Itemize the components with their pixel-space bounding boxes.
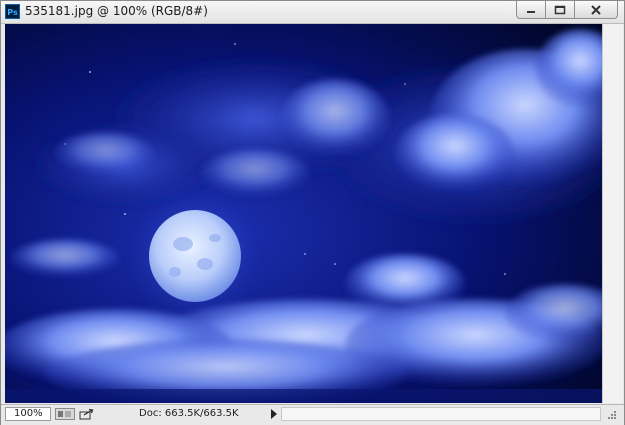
night-sky-moon-photo: [5, 24, 602, 403]
close-icon: [591, 4, 601, 15]
proof-preview-icon[interactable]: [55, 408, 75, 420]
vertical-scrollbar[interactable]: [602, 24, 623, 403]
status-menu-arrow-icon[interactable]: [269, 408, 279, 420]
horizontal-scrollbar[interactable]: [281, 407, 601, 421]
resize-grip-icon[interactable]: [604, 409, 618, 421]
document-size-info: Doc: 663.5K/663.5K: [139, 408, 239, 419]
maximize-icon: [554, 5, 566, 14]
document-window: Ps 535181.jpg @ 100% (RGB/8#) 100% Doc: …: [0, 0, 625, 425]
maximize-button[interactable]: [545, 1, 575, 19]
moon: [149, 210, 241, 302]
image-canvas[interactable]: [5, 24, 602, 403]
zoom-level-field[interactable]: 100%: [5, 407, 51, 421]
close-button[interactable]: [574, 1, 618, 19]
photoshop-icon: Ps: [5, 4, 20, 19]
status-bar: 100% Doc: 663.5K/663.5K: [1, 404, 624, 425]
minimize-button[interactable]: [516, 1, 546, 19]
share-icon[interactable]: [79, 408, 95, 420]
minimize-icon: [527, 10, 535, 13]
title-bar[interactable]: Ps 535181.jpg @ 100% (RGB/8#): [1, 1, 624, 24]
document-title: 535181.jpg @ 100% (RGB/8#): [25, 4, 208, 18]
